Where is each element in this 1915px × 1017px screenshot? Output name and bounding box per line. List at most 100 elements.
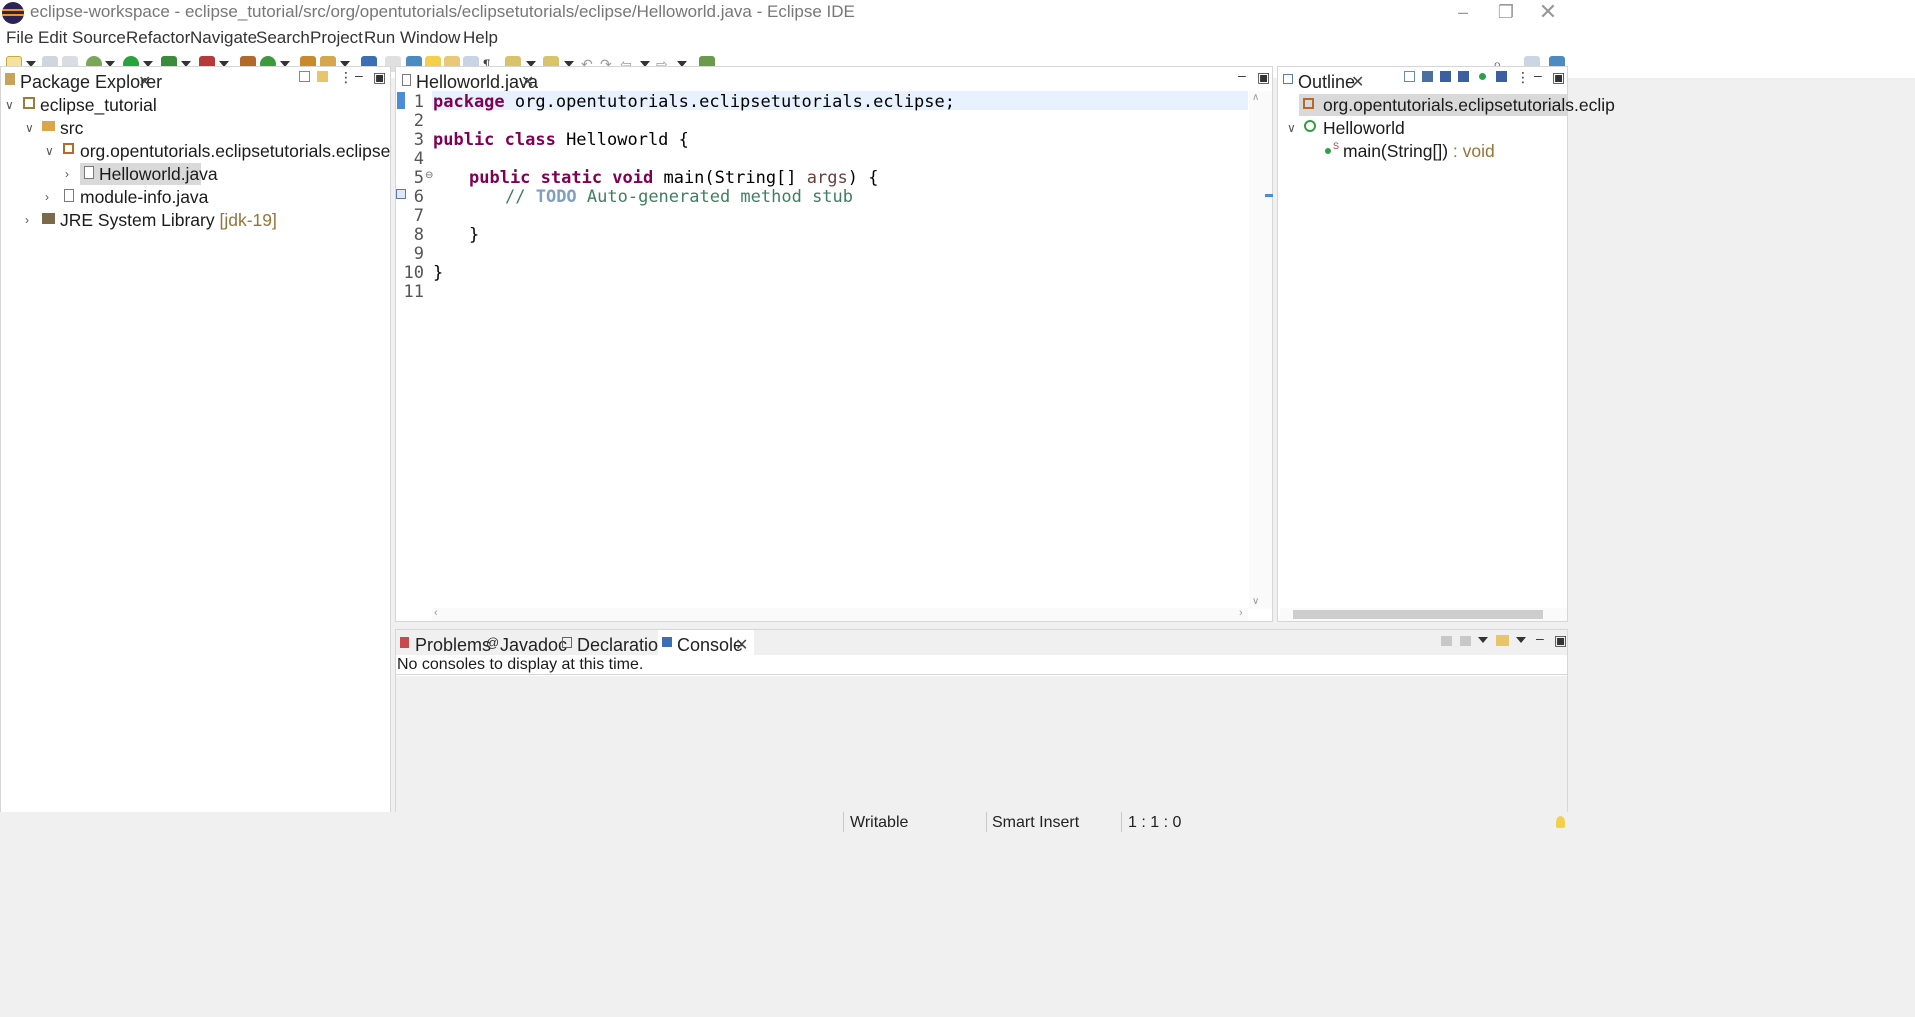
outline-item-class[interactable]: Helloworld (1323, 117, 1405, 139)
tab-problems[interactable]: Problems (415, 635, 491, 656)
console-message: No consoles to display at this time. (397, 656, 644, 673)
java-file-icon (84, 166, 94, 179)
menu-help[interactable]: Help (463, 28, 498, 48)
code-line-6[interactable]: // TODO Auto-generated method stub (505, 187, 853, 207)
collapse-all-icon[interactable] (299, 71, 310, 82)
outline-horizontal-scrollbar[interactable] (1280, 608, 1567, 621)
static-marker-icon: S (1333, 141, 1340, 151)
view-menu-icon[interactable]: ⋮ (339, 69, 353, 86)
menu-run[interactable]: Run (364, 28, 395, 48)
menu-source[interactable]: Source (72, 28, 126, 48)
hide-non-public-icon[interactable] (1479, 73, 1486, 80)
package-icon (63, 143, 74, 154)
menu-search[interactable]: Search (256, 28, 310, 48)
pin-console-icon[interactable] (1441, 636, 1452, 646)
hide-static-icon[interactable] (1458, 71, 1469, 82)
scroll-down-icon[interactable]: ∨ (1252, 596, 1259, 607)
maximize-view-icon[interactable]: ▣ (1257, 69, 1270, 86)
hide-local-types-icon[interactable] (1496, 71, 1507, 82)
menu-project[interactable]: Project (310, 28, 363, 48)
tree-item-module-info[interactable]: module-info.java (80, 186, 208, 208)
outline-panel: Outline ✕ ⋮ – ▣ org.opentutorials.eclips… (1277, 66, 1615, 622)
close-icon[interactable]: ✕ (1526, 0, 1570, 26)
tree-item-src[interactable]: src (60, 117, 83, 139)
collapse-all-icon[interactable] (1404, 71, 1415, 82)
project-icon (23, 97, 35, 109)
maximize-view-icon[interactable]: ▣ (373, 69, 386, 86)
code-line-10[interactable]: } (433, 263, 443, 283)
tree-item-jre[interactable]: JRE System Library [jdk-19] (60, 209, 277, 231)
status-writable: Writable (850, 814, 909, 831)
code-line-5[interactable]: public static void main(String[] args) { (469, 168, 878, 188)
tree-item-package[interactable]: org.opentutorials.eclipsetutorials.eclip… (80, 140, 390, 162)
sort-icon[interactable] (1422, 71, 1433, 82)
scroll-left-icon[interactable]: ‹ (434, 607, 438, 619)
scroll-thumb[interactable] (1293, 610, 1543, 619)
code-text: ) { (847, 168, 879, 188)
minimize-icon[interactable]: – (1441, 0, 1485, 26)
outline-item-main[interactable]: main(String[]) : void (1343, 140, 1495, 162)
close-icon[interactable]: ✕ (138, 72, 151, 92)
javadoc-icon: @ (486, 635, 500, 650)
chevron-down-icon[interactable]: ∨ (45, 144, 54, 158)
scroll-up-icon[interactable]: ∧ (1252, 92, 1259, 103)
status-position: 1 : 1 : 0 (1128, 814, 1182, 831)
editor-tab-helloworld[interactable]: Helloworld.java (416, 72, 538, 93)
close-icon[interactable]: ✕ (735, 635, 748, 655)
chevron-right-icon[interactable]: › (45, 190, 49, 204)
status-bar (0, 812, 1568, 833)
hide-fields-icon[interactable] (1440, 71, 1451, 82)
line-number: 10 (403, 263, 424, 283)
vertical-scrollbar[interactable] (1249, 91, 1272, 609)
display-console-dropdown-icon[interactable] (1478, 637, 1488, 643)
minimize-view-icon[interactable]: – (1238, 67, 1246, 83)
menu-navigate[interactable]: Navigate (190, 28, 257, 48)
chevron-down-icon[interactable]: ∨ (25, 121, 34, 135)
console-message-bar: No consoles to display at this time. (396, 655, 1567, 675)
code-line-1[interactable]: package org.opentutorials.eclipsetutoria… (433, 92, 955, 112)
line-number: 3 (413, 130, 424, 150)
source-folder-icon (42, 121, 55, 131)
code-line-3[interactable]: public class Helloworld { (433, 130, 689, 150)
window-title: eclipse-workspace - eclipse_tutorial/src… (30, 2, 855, 21)
tab-declaration[interactable]: Declaration (577, 635, 668, 656)
view-menu-icon[interactable]: ⋮ (1516, 69, 1530, 86)
tree-item-project[interactable]: eclipse_tutorial (40, 94, 157, 116)
minimize-view-icon[interactable]: – (1534, 67, 1542, 83)
line-number: 4 (413, 149, 424, 169)
bottom-tabbar: Problems @ Javadoc Declaration Console ✕… (396, 630, 1567, 656)
maximize-view-icon[interactable]: ▣ (1552, 69, 1565, 86)
fold-collapse-icon[interactable]: ⊖ (425, 170, 433, 181)
menu-edit[interactable]: Edit (38, 28, 67, 48)
tree-item-helloworld[interactable]: Helloworld.java (99, 163, 218, 185)
restore-icon[interactable]: ❐ (1484, 0, 1528, 26)
line-number: 9 (413, 244, 424, 264)
chevron-down-icon[interactable]: ∨ (5, 98, 14, 112)
outline-item-package[interactable]: org.opentutorials.eclipsetutorials.eclip (1323, 94, 1615, 116)
open-console-dropdown-icon[interactable] (1516, 637, 1526, 643)
close-icon[interactable]: ✕ (521, 72, 534, 92)
menu-window[interactable]: Window (400, 28, 460, 48)
scroll-right-icon[interactable]: › (1239, 607, 1243, 619)
lightbulb-icon[interactable] (1556, 816, 1565, 828)
outline-tab[interactable]: Outline (1298, 72, 1355, 93)
horizontal-scrollbar[interactable] (432, 608, 1248, 621)
close-icon[interactable]: ✕ (1351, 72, 1364, 92)
chevron-down-icon[interactable]: ∨ (1287, 121, 1296, 135)
minimize-view-icon[interactable]: – (355, 67, 363, 83)
method-name: main(String[]) (1343, 141, 1449, 161)
maximize-view-icon[interactable]: ▣ (1554, 632, 1567, 649)
link-with-editor-icon[interactable] (317, 71, 328, 82)
code-line-8[interactable]: } (469, 225, 479, 245)
package-explorer-panel: Package Explorer ✕ ⋮ – ▣ ∨ eclipse_tutor… (0, 66, 391, 814)
menu-file[interactable]: File (6, 28, 33, 48)
display-console-icon[interactable] (1460, 636, 1471, 646)
chevron-right-icon[interactable]: › (65, 167, 69, 181)
menu-refactor[interactable]: Refactor (126, 28, 190, 48)
tab-console[interactable]: Console (677, 635, 743, 656)
open-console-icon[interactable] (1496, 635, 1509, 646)
tab-javadoc[interactable]: Javadoc (500, 635, 567, 656)
console-icon (662, 637, 672, 647)
minimize-view-icon[interactable]: – (1536, 630, 1544, 646)
chevron-right-icon[interactable]: › (25, 213, 29, 227)
